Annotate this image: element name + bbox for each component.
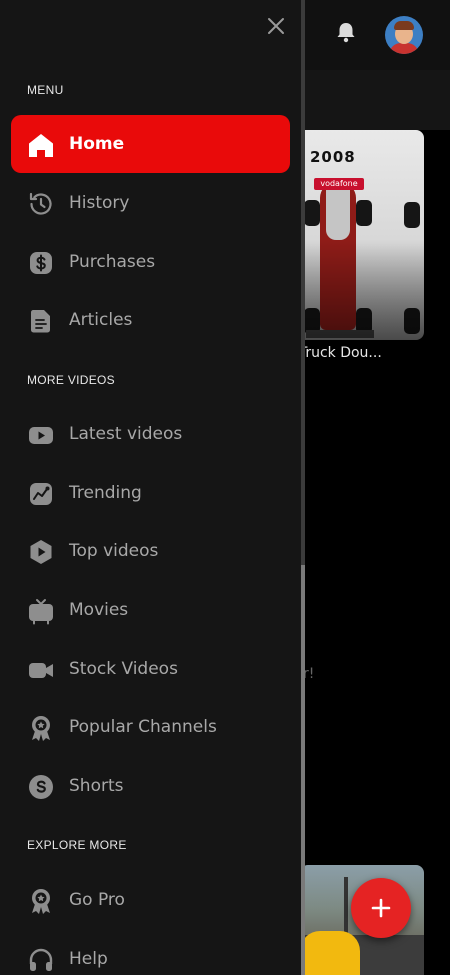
headset-icon bbox=[27, 946, 55, 974]
nav-item-label: Trending bbox=[69, 483, 142, 503]
nav-item-history[interactable]: History bbox=[11, 174, 290, 232]
history-icon bbox=[27, 190, 55, 218]
nav-item-label: Stock Videos bbox=[69, 659, 178, 679]
shorts-icon bbox=[27, 773, 55, 801]
drawer-scrollbar[interactable] bbox=[301, 565, 305, 975]
navigation-drawer: MENU Home History Purchases Articles MOR… bbox=[0, 0, 301, 975]
thumbnail-shade bbox=[300, 240, 450, 390]
nav-item-label: Top videos bbox=[69, 541, 159, 561]
nav-item-latest-videos[interactable]: Latest videos bbox=[11, 405, 290, 463]
tv-icon bbox=[27, 597, 55, 625]
close-button[interactable] bbox=[262, 12, 290, 40]
close-icon bbox=[268, 18, 284, 34]
article-icon bbox=[27, 307, 55, 335]
award-badge-icon bbox=[27, 714, 55, 742]
nav-item-go-pro[interactable]: Go Pro bbox=[11, 871, 290, 929]
trending-icon bbox=[27, 480, 55, 508]
pro-badge-icon bbox=[27, 887, 55, 915]
nav-item-label: Movies bbox=[69, 600, 129, 620]
dollar-icon bbox=[27, 249, 55, 277]
nav-item-top-videos[interactable]: Top videos bbox=[11, 522, 290, 580]
video-title[interactable]: er Truck Dou... bbox=[280, 345, 450, 361]
nav-item-label: Purchases bbox=[69, 252, 156, 272]
nav-item-label: Home bbox=[69, 134, 125, 154]
avatar[interactable] bbox=[385, 16, 423, 54]
camcorder-icon bbox=[27, 656, 55, 684]
video-camera-icon bbox=[27, 421, 55, 449]
header-strip bbox=[300, 70, 450, 130]
notification-bell-icon[interactable] bbox=[332, 18, 360, 46]
nav-item-popular-channels[interactable]: Popular Channels bbox=[11, 698, 290, 756]
nav-item-purchases[interactable]: Purchases bbox=[11, 233, 290, 291]
nav-item-home[interactable]: Home bbox=[11, 115, 290, 173]
nav-item-articles[interactable]: Articles bbox=[11, 291, 290, 349]
add-button[interactable] bbox=[351, 878, 411, 938]
section-label-menu: MENU bbox=[27, 83, 64, 97]
nav-item-trending[interactable]: Trending bbox=[11, 464, 290, 522]
nav-item-label: Help bbox=[69, 949, 108, 969]
section-label-explore-more: EXPLORE MORE bbox=[27, 838, 127, 852]
nav-item-stock-videos[interactable]: Stock Videos bbox=[11, 640, 290, 698]
home-icon bbox=[27, 131, 55, 159]
nav-item-label: History bbox=[69, 193, 130, 213]
nav-item-label: Go Pro bbox=[69, 890, 125, 910]
thumbnail-year: 2008 bbox=[310, 148, 356, 166]
nav-item-label: Popular Channels bbox=[69, 717, 217, 737]
nav-item-shorts[interactable]: Shorts bbox=[11, 757, 290, 815]
sponsor-label: vodafone bbox=[314, 178, 364, 190]
nav-item-label: Latest videos bbox=[69, 424, 183, 444]
nav-item-movies[interactable]: Movies bbox=[11, 581, 290, 639]
nav-item-label: Shorts bbox=[69, 776, 124, 796]
section-label-more-videos: MORE VIDEOS bbox=[27, 373, 115, 387]
plus-icon bbox=[371, 898, 391, 918]
nav-item-help[interactable]: Help bbox=[11, 930, 290, 975]
nav-item-label: Articles bbox=[69, 310, 133, 330]
play-hexagon-icon bbox=[27, 538, 55, 566]
